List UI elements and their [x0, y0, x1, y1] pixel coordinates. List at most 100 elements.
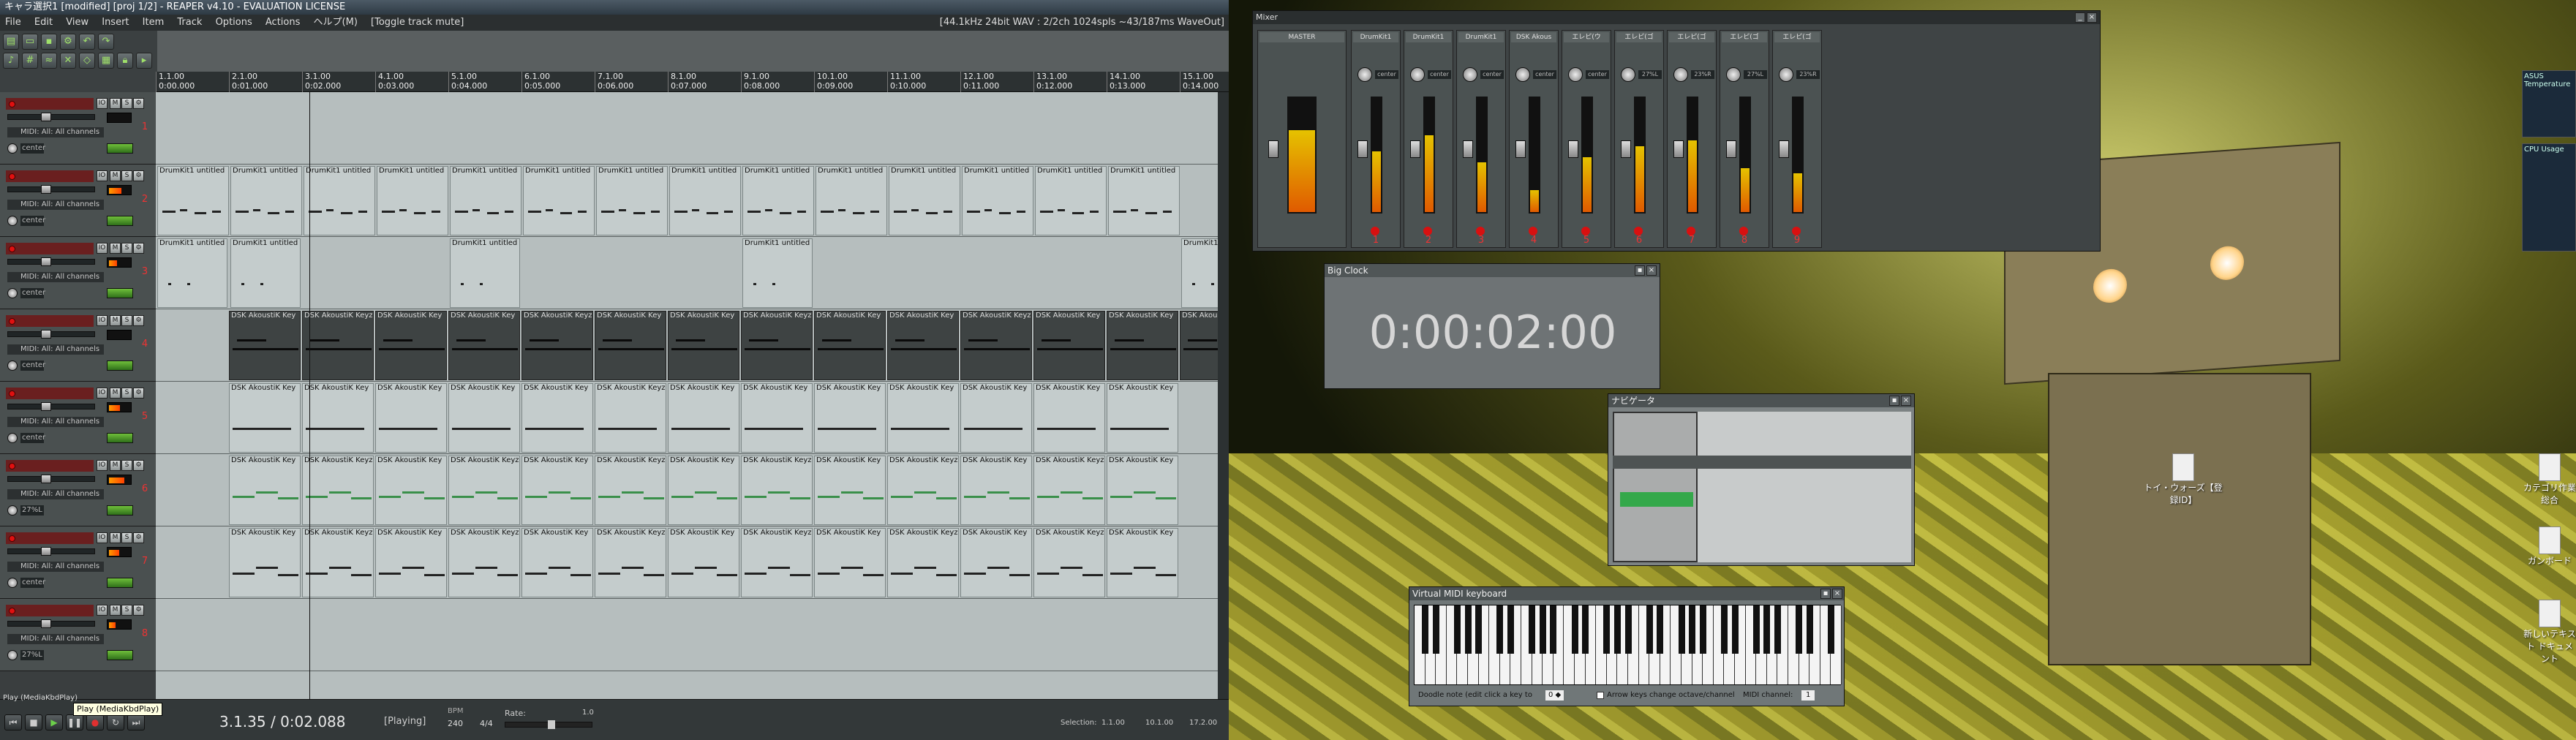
fx-env-buttons[interactable]	[107, 360, 133, 371]
midi-input-label[interactable]: MIDI: All: All channels	[7, 489, 104, 499]
volume-fader[interactable]	[7, 330, 95, 339]
black-key[interactable]	[1422, 605, 1429, 654]
solo-button[interactable]: S	[121, 170, 132, 181]
pan-knob[interactable]	[7, 216, 18, 226]
volume-fader-handle[interactable]	[41, 402, 51, 411]
black-key[interactable]	[1603, 605, 1611, 654]
media-item[interactable]: DrumKit1 untitled	[596, 166, 668, 235]
pan-knob[interactable]	[7, 650, 18, 660]
snap-grid-icon[interactable]: #	[22, 53, 38, 69]
media-item[interactable]: DSK AkoustiK Keyz untitled MIDI item gl	[595, 456, 666, 525]
volume-fader-handle[interactable]	[41, 475, 51, 483]
media-item[interactable]: DSK AkoustiK Key	[448, 383, 520, 453]
mixer-pan-knob[interactable]	[1568, 67, 1583, 82]
media-item[interactable]: DrumKit1 untitled	[377, 166, 448, 235]
redo-icon[interactable]: ↷	[98, 34, 114, 50]
menu-insert[interactable]: Insert	[97, 15, 134, 31]
navigator-pin-icon[interactable]: ▪	[1889, 396, 1899, 406]
media-item[interactable]: DrumKit1 untitled	[523, 166, 595, 235]
media-item[interactable]: DSK AkoustiK Keyz untitled MIDI item gl	[448, 528, 520, 597]
solo-button[interactable]: S	[121, 243, 132, 254]
media-item[interactable]: DrumKit1 untitled	[450, 238, 520, 308]
track-name-field[interactable]	[6, 98, 94, 110]
media-item[interactable]: DSK AkoustiK Key	[1033, 311, 1105, 380]
vertical-scrollbar[interactable]	[1218, 92, 1229, 699]
mixer-pan-knob[interactable]	[1357, 67, 1372, 82]
fx-env-buttons[interactable]	[107, 288, 133, 298]
io-button[interactable]: IO	[97, 243, 108, 254]
media-item[interactable]: DSK AkoustiK Keyz untitled MIDI item gl	[741, 456, 813, 525]
media-item[interactable]: DSK AkoustiK Key	[668, 528, 739, 597]
media-item[interactable]: DSK AkoustiK Key	[521, 528, 593, 597]
mute-button[interactable]: M	[110, 170, 121, 181]
track-name-field[interactable]	[6, 605, 94, 616]
media-item[interactable]: DSK AkoustiK Key	[887, 383, 959, 453]
project-settings-icon[interactable]: ⚙	[60, 34, 76, 50]
volume-fader[interactable]	[7, 619, 95, 628]
black-key[interactable]	[1496, 605, 1504, 654]
black-key[interactable]	[1582, 605, 1589, 654]
solo-button[interactable]: S	[121, 98, 132, 109]
media-item[interactable]: DSK AkoustiK Key	[1107, 383, 1178, 453]
media-item[interactable]: DSK AkoustiK Key	[668, 383, 739, 453]
volume-fader-handle[interactable]	[41, 330, 51, 339]
media-item[interactable]: DSK AkoustiK Key	[960, 528, 1032, 597]
solo-button[interactable]: S	[121, 460, 132, 471]
pan-knob[interactable]	[7, 288, 18, 298]
mixer-pan-knob[interactable]	[1410, 67, 1425, 82]
desktop-file-icon[interactable]: トイ・ウォーズ【登録ID】	[2143, 453, 2223, 506]
piano-keyboard[interactable]	[1414, 605, 1842, 685]
volume-fader[interactable]	[7, 185, 95, 194]
media-item[interactable]: DSK AkoustiK Key	[375, 383, 447, 453]
black-key[interactable]	[1475, 605, 1483, 654]
mixer-minimize-icon[interactable]: _	[2075, 12, 2085, 23]
record-arm-icon[interactable]	[9, 246, 15, 252]
media-item[interactable]: DrumKit1 untitled	[962, 166, 1033, 235]
mixer-fader[interactable]	[1673, 140, 1684, 158]
volume-fader-handle[interactable]	[41, 185, 51, 194]
mixer-close-icon[interactable]: ×	[2087, 12, 2097, 23]
track-name-field[interactable]	[6, 388, 94, 399]
black-key[interactable]	[1539, 605, 1546, 654]
media-item[interactable]: DSK AkoustiK Keyz untitled MIDI item gl	[1033, 528, 1105, 597]
media-item[interactable]: DSK AkoustiK Keyz untitled MIDI item gl	[302, 456, 374, 525]
record-button[interactable]: ●	[86, 714, 104, 730]
io-button[interactable]: IO	[97, 98, 108, 109]
black-key[interactable]	[1657, 605, 1664, 654]
stop-button[interactable]: ■	[25, 714, 42, 730]
solo-button[interactable]: S	[121, 532, 132, 543]
pan-knob[interactable]	[7, 433, 18, 443]
black-key[interactable]	[1827, 605, 1834, 654]
media-item[interactable]: DSK AkoustiK Keyz untitled MIDI item gl	[1033, 456, 1105, 525]
mixer-fader[interactable]	[1568, 140, 1578, 158]
media-item[interactable]: DSK AkoustiK Key	[302, 383, 374, 453]
ripple-edit-icon[interactable]: ≈	[41, 53, 57, 69]
media-item[interactable]: DSK AkoustiK Key	[960, 383, 1032, 453]
fx-button[interactable]: ⚙	[133, 315, 144, 326]
media-item[interactable]: DrumKit1 untitled	[230, 166, 302, 235]
mute-button[interactable]: M	[110, 460, 121, 471]
menu-track[interactable]: Track	[172, 15, 207, 31]
solo-button[interactable]: S	[121, 315, 132, 326]
media-item[interactable]: DrumKit1 untitled	[1108, 166, 1180, 235]
desktop-right-icon-2[interactable]: ガンボード	[2523, 526, 2576, 567]
fx-button[interactable]: ⚙	[133, 98, 144, 109]
timeline-ruler[interactable]: 1.1.00 0:00.000 2.1.00 0:01.000 3.1.00 0:02.0…	[156, 72, 1229, 92]
media-item[interactable]: DSK AkoustiK Key	[375, 456, 447, 525]
track-name-field[interactable]	[6, 243, 94, 254]
menu-item[interactable]: Item	[138, 15, 170, 31]
open-project-icon[interactable]: ▭	[22, 34, 38, 50]
media-item[interactable]: DrumKit1 untitled	[669, 166, 741, 235]
metronome-icon[interactable]: ♪	[3, 53, 19, 69]
record-arm-icon[interactable]	[9, 173, 15, 180]
media-item[interactable]: DrumKit1 untitled	[742, 166, 814, 235]
mute-button[interactable]: M	[110, 243, 121, 254]
io-button[interactable]: IO	[97, 605, 108, 616]
media-item[interactable]: DrumKit1 untitled	[304, 166, 375, 235]
navigator-close-icon[interactable]: ×	[1901, 396, 1911, 406]
more-tools-icon[interactable]: ▸	[136, 53, 152, 69]
mixer-pan-knob[interactable]	[1726, 67, 1741, 82]
io-button[interactable]: IO	[97, 532, 108, 543]
go-to-end-button[interactable]: ⏭	[127, 714, 145, 730]
black-key[interactable]	[1796, 605, 1803, 654]
